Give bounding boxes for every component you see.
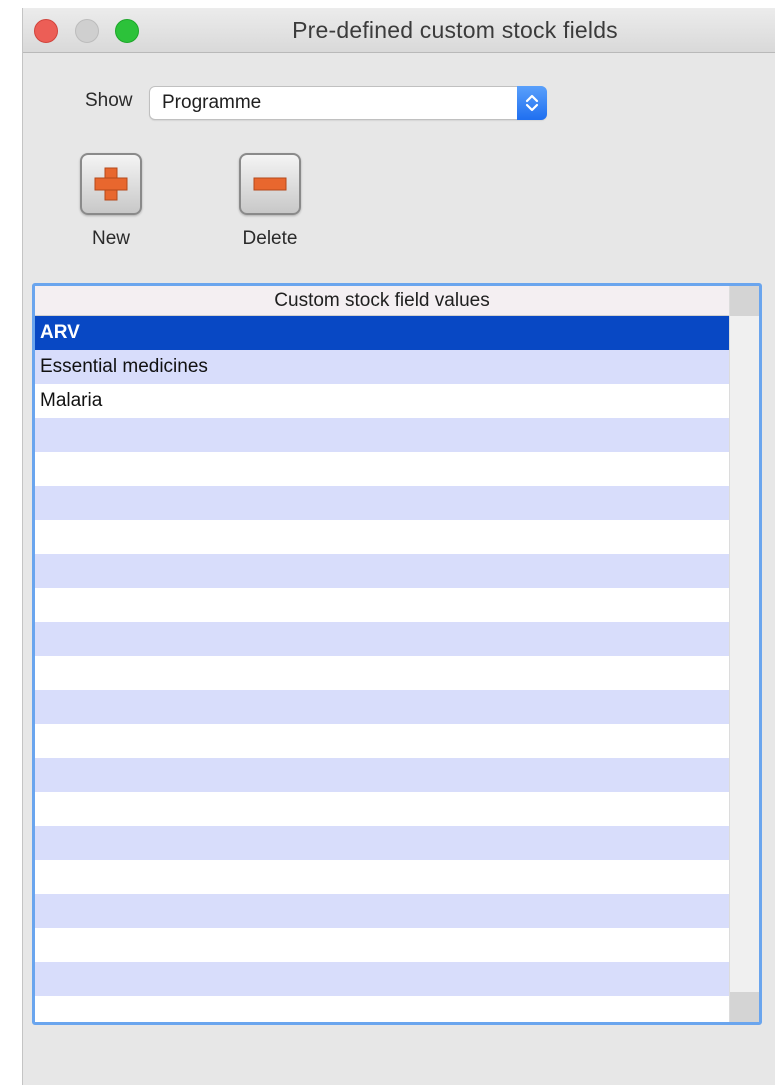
minimize-window-button[interactable] (75, 19, 99, 43)
empty-list-row[interactable] (35, 452, 729, 486)
new-button[interactable] (80, 153, 142, 215)
plus-icon (94, 167, 128, 201)
show-select[interactable]: Programme (149, 86, 547, 120)
empty-list-row[interactable] (35, 554, 729, 588)
dialog-window: Pre-defined custom stock fields Show Pro… (22, 8, 775, 1085)
list-column-header[interactable]: Custom stock field values (35, 286, 729, 316)
window-title: Pre-defined custom stock fields (292, 17, 618, 43)
empty-list-row[interactable] (35, 724, 729, 758)
scrollbar-bottom-corner (730, 992, 759, 1022)
empty-list-row[interactable] (35, 622, 729, 656)
minus-icon (253, 177, 287, 191)
custom-values-list[interactable]: Custom stock field values ARV Essential m… (32, 283, 762, 1025)
scrollbar-header-corner (730, 286, 759, 316)
zoom-window-button[interactable] (115, 19, 139, 43)
empty-list-row[interactable] (35, 928, 729, 962)
delete-button[interactable] (239, 153, 301, 215)
empty-list-row[interactable] (35, 418, 729, 452)
title-bar: Pre-defined custom stock fields (23, 8, 775, 53)
empty-list-row[interactable] (35, 656, 729, 690)
list-item[interactable]: Malaria (35, 384, 729, 418)
close-window-button[interactable] (34, 19, 58, 43)
empty-list-row[interactable] (35, 690, 729, 724)
new-button-label: New (91, 228, 130, 249)
empty-list-row[interactable] (35, 962, 729, 996)
empty-list-row[interactable] (35, 826, 729, 860)
empty-list-row[interactable] (35, 792, 729, 826)
show-label: Show (85, 90, 133, 111)
vertical-scrollbar[interactable] (729, 286, 759, 1022)
list-item[interactable]: Essential medicines (35, 350, 729, 384)
empty-list-row[interactable] (35, 486, 729, 520)
empty-list-row[interactable] (35, 996, 729, 1022)
list-rows: ARV Essential medicines Malaria (35, 316, 729, 1022)
select-stepper[interactable] (517, 86, 547, 120)
empty-list-row[interactable] (35, 894, 729, 928)
empty-list-row[interactable] (35, 758, 729, 792)
list-item[interactable]: ARV (35, 316, 729, 350)
empty-list-row[interactable] (35, 588, 729, 622)
empty-list-row[interactable] (35, 520, 729, 554)
show-select-value: Programme (162, 92, 262, 113)
chevron-updown-icon (525, 94, 539, 112)
delete-button-label: Delete (242, 228, 298, 249)
empty-list-row[interactable] (35, 860, 729, 894)
